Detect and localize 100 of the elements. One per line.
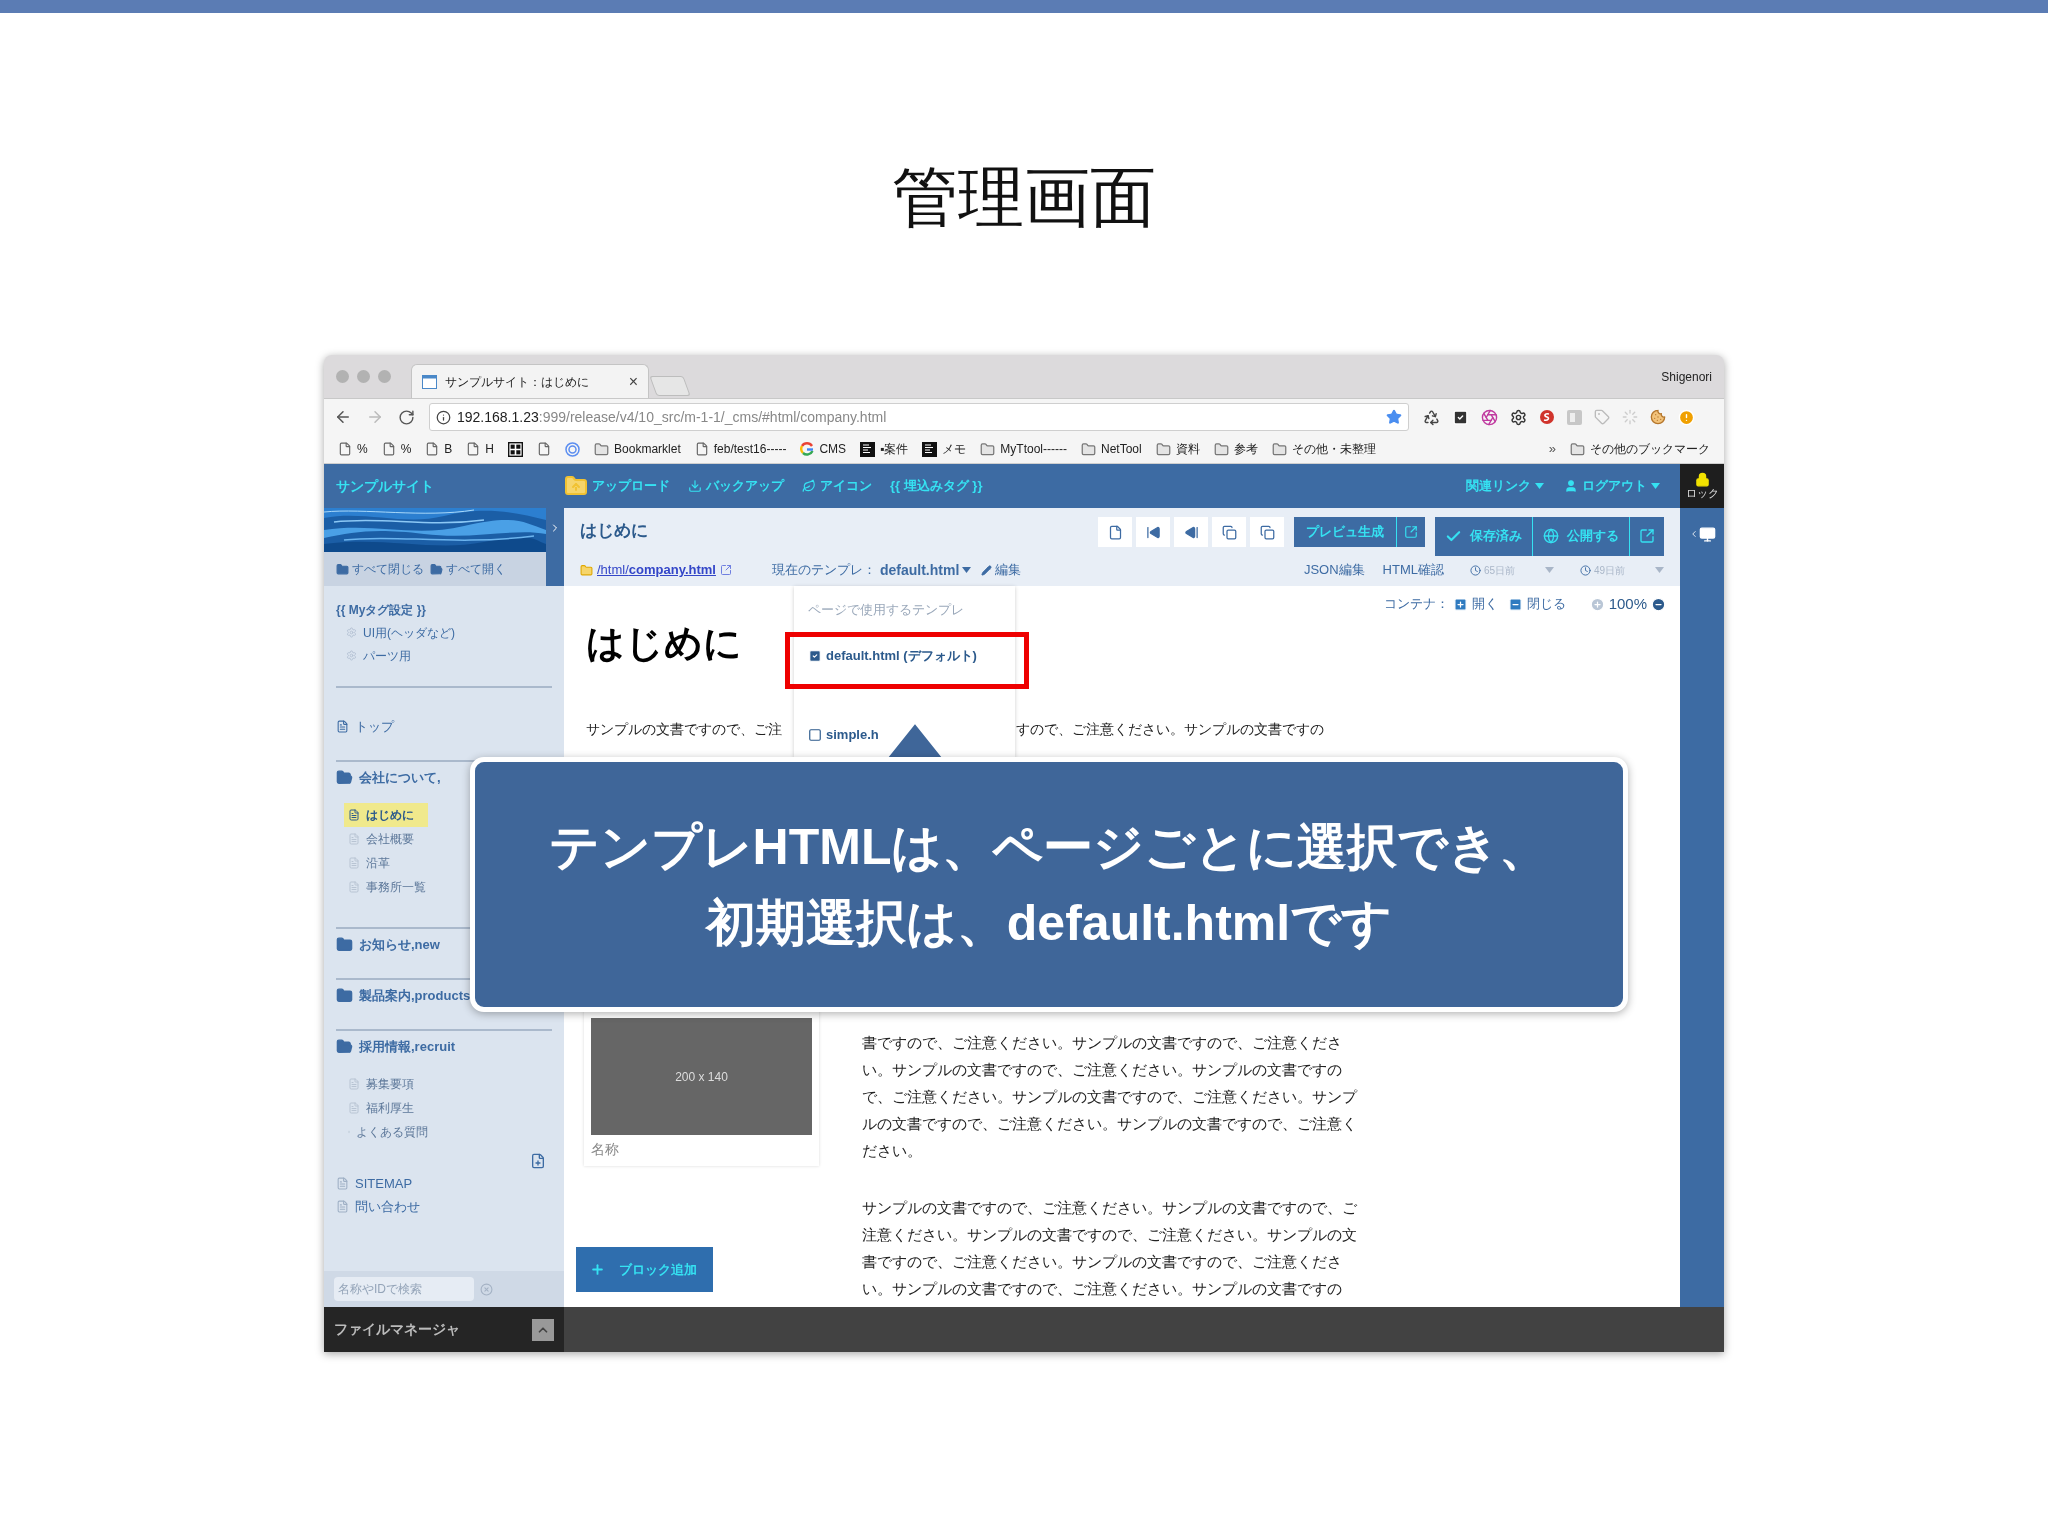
new-page-button[interactable] [1098,517,1132,547]
bookmark-link[interactable]: % [381,440,412,458]
bookmark-link[interactable]: CMS [800,440,847,458]
bookmark-link[interactable]: % [338,440,368,458]
bookmark-link[interactable]: NetTool [1081,440,1142,458]
color-wheel-icon[interactable] [1481,408,1498,426]
bookmark-link[interactable]: B [425,440,453,458]
lock-button[interactable]: ロック [1680,464,1724,508]
recycle-icon[interactable] [1423,408,1440,426]
site-name[interactable]: サンプルサイト [324,475,564,497]
edit-template-button[interactable]: 編集 [981,560,1022,580]
tree-item[interactable]: SITEMAP [355,1173,413,1194]
plus-square-icon [1452,596,1468,612]
search-field[interactable]: 名称やIDで検索 [334,1277,474,1301]
folder-open-icon[interactable] [336,769,353,786]
nav-link[interactable]: アイコン [802,476,872,496]
bookmark-link[interactable]: その他のブックマーク [1570,440,1710,458]
callout-text: テンプレHTMLは、ページごとに選択でき、 [548,817,1550,877]
monitor-icon[interactable] [1698,526,1716,543]
tree-item[interactable]: お知らせ,new [359,934,440,955]
colored-ring-icon [800,442,815,456]
tree-item[interactable]: 製品案内,products [359,985,471,1006]
folder-icon[interactable] [336,936,353,953]
bookmark-link[interactable]: 参考 [1213,440,1258,458]
spiral-icon[interactable] [565,441,581,457]
close-button[interactable]: 閉じる [1507,594,1566,614]
template-option[interactable]: default.html (デフォルト) [826,646,977,664]
folder-upload-icon [564,474,588,498]
more-bookmarks[interactable]: » [1548,439,1556,459]
tree-item[interactable]: はじめに [344,803,428,827]
first-button[interactable] [1136,517,1170,547]
cookie-icon[interactable] [1650,409,1666,425]
reload-icon[interactable] [398,408,415,426]
tree-item[interactable]: 会社について, [359,767,441,788]
nav-link[interactable]: {{ 埋込みタグ }} [890,476,983,496]
zoom-out-icon[interactable] [1651,596,1666,612]
tree-item[interactable]: 問い合わせ [355,1196,420,1217]
browser-tab[interactable]: サンプルサイト：はじめに × [411,364,649,398]
tree-item[interactable]: 沿革 [344,851,428,875]
checkbox-icon[interactable] [1452,408,1469,426]
tree-item[interactable]: 事務所一覧 [344,875,428,899]
back-icon[interactable] [334,408,352,426]
folder-icon [336,562,349,576]
nav-link[interactable]: アップロード [564,474,670,498]
toolbar-button[interactable]: すべて開く [430,560,506,578]
tree-item[interactable]: 福利厚生 [344,1096,428,1120]
caret-icon [1651,483,1660,489]
tree-item[interactable]: 会社概要 [344,827,428,851]
nav-link[interactable]: バックアップ [688,476,784,496]
bookmark-link[interactable]: メモ [922,440,967,458]
tree-item[interactable]: よくある質問 [344,1120,428,1144]
mytag-item[interactable]: UI用(ヘッダなど) [363,623,455,642]
clock-icon [1580,564,1591,576]
bookmark-link[interactable]: feb/test16----- [694,440,787,458]
template-select[interactable]: default.html [879,559,972,581]
profile-name[interactable]: Shigenori [1661,367,1712,386]
clock-icon [1470,564,1481,576]
json-edit-link[interactable]: JSON編集 [1303,560,1365,580]
tree-item[interactable]: トップ [355,716,394,737]
toolbar-button[interactable]: すべて閉じる [336,560,424,578]
grid-icon[interactable] [508,441,524,457]
bookmark-link[interactable]: ▪案件 [860,440,909,458]
add-block-button[interactable]: ブロック追加 [576,1247,713,1292]
checkbox[interactable] [808,727,822,742]
bookmark-link[interactable]: H [466,440,495,458]
mytag-title[interactable]: {{ Myタグ設定 }} [336,599,552,621]
bookmark-link[interactable]: Bookmarklet [594,440,681,458]
path-link[interactable]: /html/company.html [597,560,716,580]
bookmark-link[interactable]: MyTtool------ [980,440,1067,458]
bookmark-star-icon[interactable] [1386,409,1402,425]
expand-button[interactable] [532,1318,554,1341]
open-button[interactable]: 開く [1452,594,1498,614]
bookmark-link[interactable]: その他・未整理 [1271,440,1376,458]
tree-item[interactable]: 採用情報,recruit [359,1036,456,1057]
minus-square-icon [1507,596,1523,612]
folder-open-icon[interactable] [336,1038,353,1055]
external-link-icon[interactable] [719,564,732,576]
download-icon [688,479,702,493]
folder-icon [980,441,996,457]
html-check-link[interactable]: HTML確認 [1382,560,1444,580]
add-page-icon[interactable] [530,1153,546,1169]
tree-item[interactable]: 募集要項 [344,1072,428,1096]
publish-button[interactable]: 公開する [1533,516,1630,556]
mytag-item[interactable]: パーツ用 [363,646,411,665]
paste-button[interactable] [1212,517,1246,547]
address-bar[interactable]: 192.168.1.23:999/release/v4/10_src/m-1-1/_cms/#html/company.html [429,403,1409,431]
copy-button[interactable] [1250,517,1284,547]
folder-icon [594,441,610,457]
logo-icon[interactable] [1539,409,1555,425]
nav-dropdown[interactable]: ログアウト [1564,476,1660,496]
url-text: 192.168.1.23:999/release/v4/10_src/m-1-1/_cms/#html/company.html [457,407,887,427]
saved-button[interactable]: 保存済み [1435,516,1533,556]
folder-icon[interactable] [336,987,353,1004]
tab-close-button[interactable]: × [628,373,638,390]
template-option[interactable]: simple.h [826,725,879,743]
bookmark-link[interactable]: 資料 [1155,440,1200,458]
previous-button[interactable] [1174,517,1208,547]
nav-dropdown[interactable]: 関連リンク [1466,476,1544,496]
user-icon [1564,479,1578,493]
settings-icon[interactable] [1510,408,1527,426]
